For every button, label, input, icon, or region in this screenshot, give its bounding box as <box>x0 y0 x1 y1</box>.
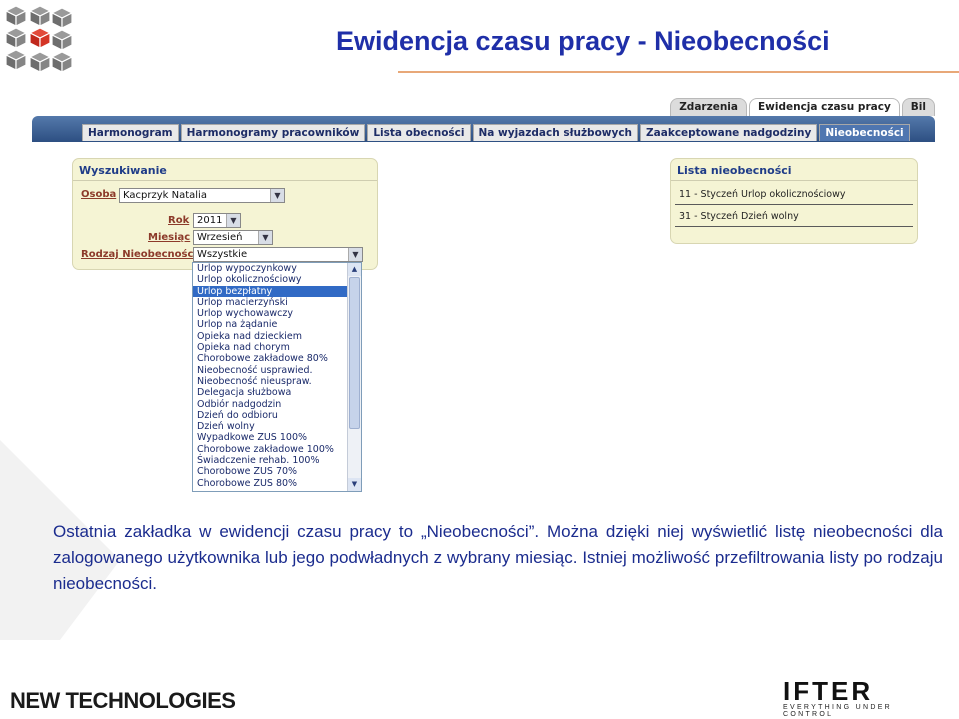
dropdown-options: Urlop wypoczynkowy Urlop okolicznościowy… <box>193 263 361 489</box>
scroll-up-icon[interactable]: ▲ <box>348 263 361 276</box>
absence-row[interactable]: 11 - Styczeń Urlop okolicznościowy <box>679 189 846 200</box>
option-opieka-nad-dzieckiem[interactable]: Opieka nad dzieckiem <box>193 331 361 342</box>
absence-type-dropdown-list[interactable]: Urlop wypoczynkowy Urlop okolicznościowy… <box>192 262 362 492</box>
absence-list-panel: Lista nieobecności 11 - Styczeń Urlop ok… <box>670 158 918 244</box>
option-urlop-na-zadanie[interactable]: Urlop na żądanie <box>193 319 361 330</box>
option-odbior-nadgodzin[interactable]: Odbiór nadgodzin <box>193 399 361 410</box>
option-chorobowe-zakladowe-80[interactable]: Chorobowe zakładowe 80% <box>193 353 361 364</box>
option-urlop-wychowawczy[interactable]: Urlop wychowawczy <box>193 308 361 319</box>
tab-bil[interactable]: Bil <box>901 98 935 116</box>
option-chorobowe-zus-80[interactable]: Chorobowe ZUS 80% <box>193 478 361 489</box>
tab-nieobecnosci[interactable]: Nieobecności <box>819 124 910 141</box>
ifter-wordmark: IFTER <box>783 676 874 706</box>
month-select[interactable]: Wrzesień ▼ <box>193 230 273 245</box>
option-urlop-bezplatny[interactable]: Urlop bezpłatny <box>193 285 361 297</box>
tab-na-wyjazdach-sluzbowych[interactable]: Na wyjazdach służbowych <box>472 124 639 141</box>
top-tab-bar: Zdarzenia Ewidencja czasu pracy Bil <box>670 98 935 118</box>
person-label: Osoba <box>81 189 117 200</box>
scrollbar-thumb[interactable] <box>349 277 360 429</box>
option-urlop-macierzynski[interactable]: Urlop macierzyński <box>193 297 361 308</box>
option-chorobowe-zus-70[interactable]: Chorobowe ZUS 70% <box>193 466 361 477</box>
absence-type-label: Rodzaj Nieobecności <box>81 249 197 260</box>
ifter-logo: IFTER EVERYTHING UNDER CONTROL <box>783 678 945 718</box>
year-label: Rok <box>168 215 190 226</box>
search-panel: Wyszukiwanie Osoba Kacprzyk Natalia ▼ Ro… <box>72 158 378 270</box>
tab-ewidencja-czasu-pracy[interactable]: Ewidencja czasu pracy <box>748 98 900 118</box>
description-text: Ostatnia zakładka w ewidencji czasu prac… <box>53 519 943 597</box>
tab-lista-obecnosci[interactable]: Lista obecności <box>367 124 471 141</box>
chevron-down-icon[interactable]: ▼ <box>270 189 284 202</box>
option-wypadkowe-zus-100[interactable]: Wypadkowe ZUS 100% <box>193 432 361 443</box>
tab-harmonogram[interactable]: Harmonogram <box>82 124 179 141</box>
option-nieobecnosc-usprawied[interactable]: Nieobecność usprawied. <box>193 365 361 376</box>
option-opieka-nad-chorym[interactable]: Opieka nad chorym <box>193 342 361 353</box>
month-value: Wrzesień <box>197 232 243 243</box>
person-select[interactable]: Kacprzyk Natalia ▼ <box>119 188 285 203</box>
scroll-down-icon[interactable]: ▼ <box>348 478 361 491</box>
title-divider <box>398 71 959 73</box>
option-dzien-wolny[interactable]: Dzień wolny <box>193 421 361 432</box>
company-logo <box>4 5 74 73</box>
description-paragraph: Ostatnia zakładka w ewidencji czasu prac… <box>53 522 943 593</box>
person-value: Kacprzyk Natalia <box>123 190 207 201</box>
option-nieobecnosc-nieuspraw[interactable]: Nieobecność nieuspraw. <box>193 376 361 387</box>
absence-type-select[interactable]: Wszystkie ▼ <box>193 247 363 262</box>
slide-title: Ewidencja czasu pracy - Nieobecności <box>336 26 830 56</box>
chevron-down-icon[interactable]: ▼ <box>258 231 272 244</box>
row-divider <box>675 226 913 227</box>
absence-list-title: Lista nieobecności <box>671 159 917 181</box>
year-value: 2011 <box>197 215 223 226</box>
search-panel-title: Wyszukiwanie <box>73 159 377 181</box>
footer-brand-left: NEW TECHNOLOGIES <box>10 688 236 713</box>
dropdown-scrollbar[interactable]: ▲ ▼ <box>347 263 361 491</box>
option-delegacja-sluzbowa[interactable]: Delegacja służbowa <box>193 387 361 398</box>
tab-harmonogramy-pracownikow[interactable]: Harmonogramy pracowników <box>180 124 366 141</box>
chevron-down-icon[interactable]: ▼ <box>226 214 240 227</box>
tab-zaakceptowane-nadgodziny[interactable]: Zaakceptowane nadgodziny <box>640 124 818 141</box>
option-chorobowe-zakladowe-100[interactable]: Chorobowe zakładowe 100% <box>193 444 361 455</box>
absence-row[interactable]: 31 - Styczeń Dzień wolny <box>679 211 799 222</box>
option-urlop-wypoczynkowy[interactable]: Urlop wypoczynkowy <box>193 263 361 274</box>
tab-zdarzenia[interactable]: Zdarzenia <box>670 98 747 116</box>
row-divider <box>675 204 913 205</box>
absence-type-value: Wszystkie <box>197 249 248 260</box>
sub-tab-bar: Harmonogram Harmonogramy pracowników Lis… <box>82 124 910 141</box>
app-screenshot: Zdarzenia Ewidencja czasu pracy Bil Harm… <box>32 98 935 496</box>
ifter-tagline: EVERYTHING UNDER CONTROL <box>783 704 893 718</box>
month-label: Miesiąc <box>148 232 191 243</box>
option-urlop-okolicznosciowy[interactable]: Urlop okolicznościowy <box>193 274 361 285</box>
option-swiadczenie-rehab-100[interactable]: Świadczenie rehab. 100% <box>193 455 361 466</box>
option-dzien-do-odbioru[interactable]: Dzień do odbioru <box>193 410 361 421</box>
chevron-down-icon[interactable]: ▼ <box>348 248 362 261</box>
year-select[interactable]: 2011 ▼ <box>193 213 241 228</box>
